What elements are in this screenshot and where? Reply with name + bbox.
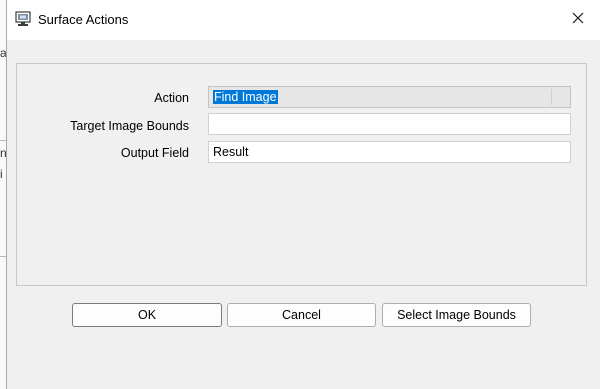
output-field-input[interactable]: Result [208,141,571,163]
ok-button[interactable]: OK [72,303,222,327]
select-image-bounds-button[interactable]: Select Image Bounds [382,303,531,327]
output-field-label: Output Field [120,146,189,160]
background-text: i [0,167,3,181]
close-icon [572,12,584,27]
select-divider [551,89,552,105]
dialog-title: Surface Actions [38,12,129,27]
action-select[interactable]: Find Image [208,86,571,108]
form-panel: Action Find Image Target Image Bounds Ou… [16,63,587,286]
target-image-bounds-label: Target Image Bounds [70,119,189,133]
target-image-bounds-field[interactable] [208,113,571,135]
action-selected-value: Find Image [213,90,278,104]
surface-actions-dialog: Surface Actions Action Find Image Target… [6,0,600,389]
title-bar[interactable]: Surface Actions [7,0,600,40]
close-button[interactable] [556,0,600,38]
monitor-icon [15,11,31,27]
action-label: Action [154,91,189,105]
cancel-button[interactable]: Cancel [227,303,376,327]
